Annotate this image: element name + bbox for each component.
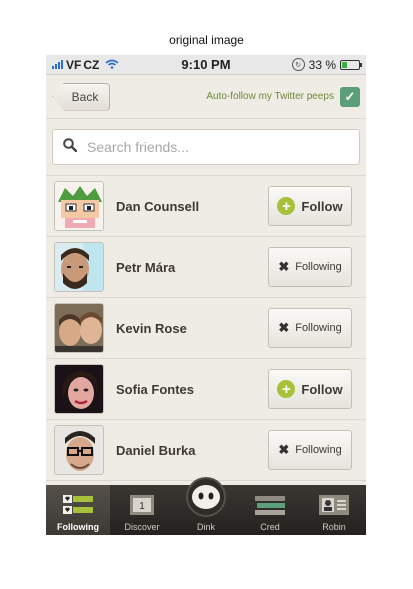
search-input[interactable] [87, 139, 327, 155]
back-button[interactable]: Back [52, 82, 110, 111]
avatar[interactable] [54, 364, 104, 414]
autofollow-checkbox[interactable]: ✓ [340, 86, 360, 107]
nav-bar: Back Auto-follow my Twitter peeps ✓ [46, 75, 366, 119]
follow-button-label: Follow [301, 381, 343, 397]
plus-icon: + [277, 197, 296, 215]
following-button-label: Following [295, 444, 342, 456]
svg-text:1: 1 [139, 501, 145, 512]
friend-name: Sofia Fontes [116, 381, 195, 397]
close-icon: ✖ [278, 442, 290, 457]
friend-name: Dan Counsell [116, 198, 200, 214]
list-item: Petr Mára ✖ Following [46, 237, 366, 298]
following-button-label: Following [295, 261, 342, 273]
tab-label: Cred [260, 522, 280, 532]
autofollow-label[interactable]: Auto-follow my Twitter peeps [206, 91, 334, 102]
tab-following[interactable]: Following [46, 485, 110, 535]
checkmark-icon: ✓ [344, 88, 356, 104]
follow-button[interactable]: + Follow [268, 186, 352, 226]
friend-name: Kevin Rose [116, 320, 187, 336]
friends-list: Dan Counsell + Follow Petr Mára ✖ Follow… [46, 176, 366, 481]
tab-dink[interactable]: Dink [174, 477, 238, 535]
follow-button[interactable]: + Follow [268, 369, 352, 409]
avatar[interactable] [54, 242, 104, 292]
friend-name: Daniel Burka [116, 442, 196, 458]
tab-label: Discover [124, 522, 160, 532]
tab-label: Robin [322, 522, 346, 532]
close-icon: ✖ [278, 259, 290, 274]
cred-icon [255, 492, 285, 518]
search-section [46, 119, 366, 176]
close-icon: ✖ [278, 320, 290, 335]
avatar[interactable] [54, 181, 104, 231]
follow-button-label: Follow [301, 198, 343, 214]
friend-name: Petr Mára [116, 259, 176, 275]
status-time: 9:10 PM [181, 57, 231, 72]
tab-label: Dink [196, 522, 215, 532]
following-icon [63, 492, 93, 518]
avatar[interactable] [54, 425, 104, 475]
profile-icon [319, 492, 349, 518]
tab-cred[interactable]: Cred [238, 485, 302, 535]
following-button[interactable]: ✖ Following [268, 247, 352, 287]
following-button-label: Following [295, 322, 342, 334]
avatar[interactable] [54, 303, 104, 353]
image-caption: original image [169, 33, 244, 47]
tab-label: Following [57, 522, 99, 532]
discover-icon: 1 [127, 492, 157, 518]
phone-screen: VF CZ 9:10 PM ↻ 33 % Back Auto-follow my… [46, 55, 366, 535]
tab-bar: Following 1 Discover Dink Cred Robin [46, 477, 366, 535]
tab-robin[interactable]: Robin [302, 485, 366, 535]
tab-discover[interactable]: 1 Discover [110, 485, 174, 535]
following-button[interactable]: ✖ Following [268, 308, 352, 348]
battery-icon [340, 59, 362, 70]
search-icon [63, 137, 78, 157]
dink-icon [186, 477, 226, 517]
following-button[interactable]: ✖ Following [268, 430, 352, 470]
search-box[interactable] [52, 129, 360, 165]
list-item: Kevin Rose ✖ Following [46, 298, 366, 359]
list-item: Sofia Fontes + Follow [46, 359, 366, 420]
list-item: Dan Counsell + Follow [46, 176, 366, 237]
list-item: Daniel Burka ✖ Following [46, 420, 366, 481]
plus-icon: + [277, 380, 296, 398]
status-bar: VF CZ 9:10 PM ↻ 33 % [46, 55, 366, 75]
